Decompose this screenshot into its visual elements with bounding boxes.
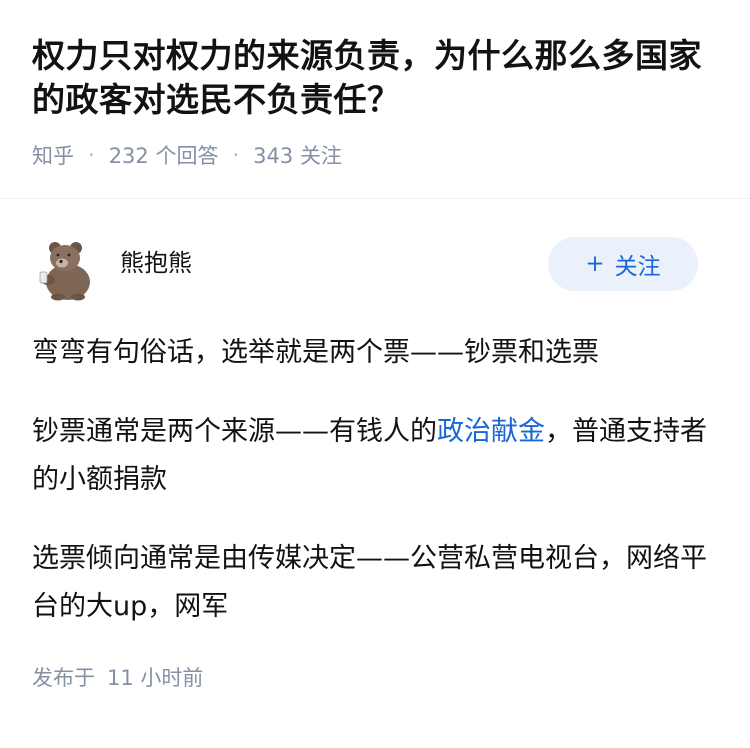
answers-count: 232 — [108, 144, 149, 168]
follow-button-label: 关注 — [614, 254, 661, 280]
answer-paragraph: 钞票通常是两个来源——有钱人的政治献金，普通支持者的小额捐款 — [32, 408, 718, 504]
answers-count-link[interactable]: 232 个回答 — [109, 140, 219, 170]
followers-count-link[interactable]: 343 关注 — [253, 140, 342, 170]
followers-label: 关注 — [299, 144, 342, 168]
bear-avatar-icon[interactable] — [32, 236, 98, 302]
answers-label: 个回答 — [155, 144, 219, 168]
separator-dot: · — [232, 143, 240, 167]
author-row: 熊抱熊 + 关注 — [32, 236, 718, 302]
question-meta: 知乎 · 232 个回答 · 343 关注 — [32, 140, 718, 170]
political-donation-link[interactable]: 政治献金 — [437, 416, 545, 447]
follow-button[interactable]: + 关注 — [548, 237, 698, 291]
answer-card: 熊抱熊 + 关注 弯弯有句俗话，选举就是两个票——钞票和选票 钞票通常是两个来源… — [0, 236, 750, 692]
author-name[interactable]: 熊抱熊 — [120, 233, 192, 278]
answer-paragraph: 弯弯有句俗话，选举就是两个票——钞票和选票 — [32, 337, 599, 368]
paragraph-text: 钞票通常是两个来源——有钱人的 — [32, 416, 437, 447]
question-header: 权力只对权力的来源负责，为什么那么多国家的政客对选民不负责任？ 知乎 · 232… — [0, 0, 750, 170]
source-label[interactable]: 知乎 — [32, 140, 74, 170]
divider — [0, 198, 750, 199]
plus-icon: + — [585, 251, 605, 277]
published-time: 发布于 11 小时前 — [32, 662, 718, 692]
published-label: 发布于 — [32, 666, 95, 690]
answer-paragraph: 选票倾向通常是由传媒决定——公营私营电视台，网络平台的大up，网军 — [32, 543, 707, 622]
published-time-value: 11 小时前 — [107, 666, 204, 690]
question-title[interactable]: 权力只对权力的来源负责，为什么那么多国家的政客对选民不负责任？ — [32, 34, 718, 122]
answer-content: 弯弯有句俗话，选举就是两个票——钞票和选票 钞票通常是两个来源——有钱人的政治献… — [32, 329, 718, 631]
separator-dot: · — [88, 143, 95, 167]
followers-count: 343 — [253, 144, 294, 168]
